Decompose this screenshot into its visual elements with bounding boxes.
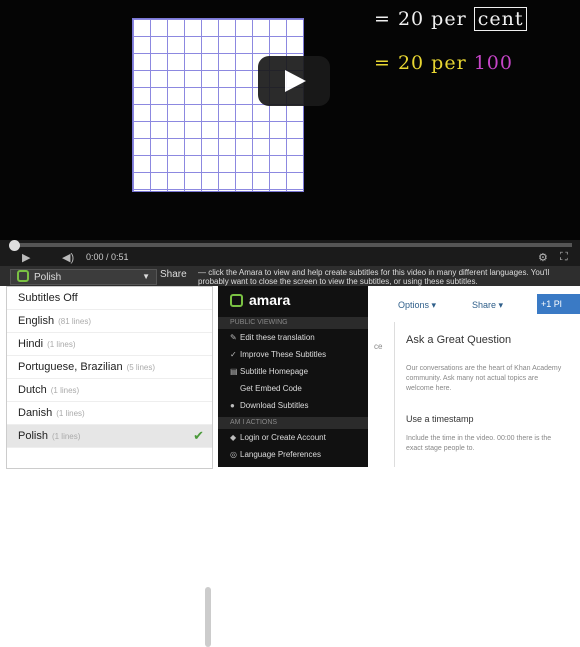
time-display: 0:00 / 0:51 [86,252,129,262]
handwritten-line-1: = 20 per cent [374,7,528,31]
menu-item-download[interactable]: ● Download Subtitles [218,397,368,414]
pencil-icon: ✎ [230,333,237,342]
share-menu-button[interactable]: Share ▾ [472,300,503,311]
amara-menu: amara PUBLIC VIEWING ✎ Edit these transla… [218,286,368,467]
menu-item-language-prefs[interactable]: ◎ Language Preferences [218,446,368,463]
volume-icon[interactable]: ◀) [62,251,74,264]
language-item[interactable]: Subtitles Off [7,287,212,310]
fullscreen-icon[interactable]: ⛶ [560,251,568,264]
language-item[interactable]: Hindi (1 lines) [7,333,212,356]
globe-icon: ◎ [230,450,237,459]
amara-logo-icon [17,270,29,282]
question-body: Our conversations are the heart of Khan … [406,365,562,392]
scrollbar[interactable] [205,587,211,647]
amara-logo-icon [230,294,243,307]
language-item[interactable]: English (81 lines) [7,310,212,333]
language-selector[interactable]: Polish ▼ [10,269,157,285]
discussion-panel: Options ▾ Share ▾ +1 Pl ce Ask a Great Q… [368,286,580,467]
language-item[interactable]: Dutch (1 lines) [7,379,212,402]
chevron-down-icon: ▼ [142,272,150,281]
timestamp-heading: Use a timestamp [406,414,474,424]
timestamp-body: Include the time in the video. 00:00 the… [406,435,552,452]
options-button[interactable]: Options ▾ [398,300,436,311]
plus-one-button[interactable]: +1 Pl [537,294,580,314]
wand-icon: ✓ [230,350,237,359]
play-icon[interactable]: ▶ [22,251,30,264]
divider [394,322,395,467]
purple-100: 100 [473,52,513,74]
handwritten-line-2: = 20 per 100 [374,52,513,74]
video-player[interactable]: = 20 per cent = 20 per 100 [0,0,580,240]
language-item-selected[interactable]: Polish (1 lines) ✔ [7,425,212,448]
menu-item-embed[interactable]: Get Embed Code [218,380,368,397]
language-item[interactable]: Danish (1 lines) [7,402,212,425]
menu-item-edit[interactable]: ✎ Edit these translation [218,329,368,346]
progress-bar[interactable] [14,243,572,247]
page-icon: ▤ [230,367,238,376]
amara-promo-text: — click the Amara to view and help creat… [198,268,550,286]
amara-brand: amara [218,286,368,314]
menu-item-improve[interactable]: ✓ Improve These Subtitles [218,346,368,363]
download-icon: ● [230,401,235,410]
amara-bar: Polish ▼ Share — click the Amara to view… [0,266,580,286]
menu-section-public: PUBLIC VIEWING [218,317,368,329]
progress-knob[interactable] [9,240,20,251]
check-icon: ✔ [193,428,204,443]
boxed-cent: cent [473,7,528,31]
question-title: Ask a Great Question [406,334,512,346]
text-fragment: ce [374,342,383,351]
language-item[interactable]: Portuguese, Brazilian (5 lines) [7,356,212,379]
menu-item-homepage[interactable]: ▤ Subtitle Homepage [218,363,368,380]
share-button[interactable]: Share [160,269,187,280]
gear-icon[interactable]: ⚙ [538,251,548,264]
language-list: Subtitles Off English (81 lines) Hindi (1 … [6,286,213,647]
user-icon: ◆ [230,433,237,442]
play-button[interactable] [258,56,330,106]
video-controls: ▶ ◀) 0:00 / 0:51 ⚙ ⛶ [0,240,580,266]
menu-item-login[interactable]: ◆ Login or Create Account [218,429,368,446]
menu-section-actions: AM I ACTIONS [218,417,368,429]
